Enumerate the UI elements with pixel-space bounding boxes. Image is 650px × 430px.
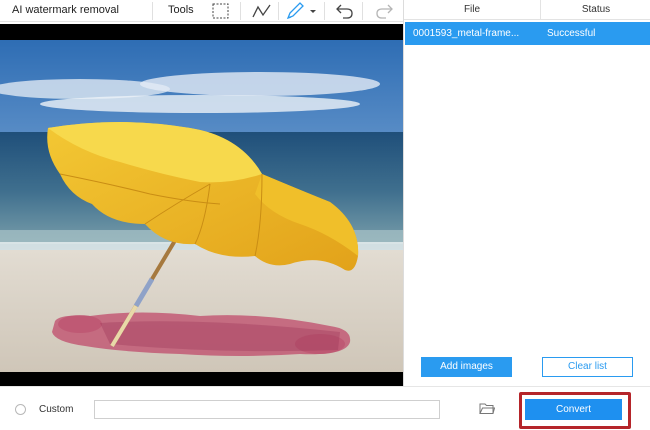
- output-bar: Custom Convert: [0, 386, 650, 430]
- custom-radio[interactable]: [15, 404, 26, 415]
- tools-label: Tools: [168, 4, 194, 16]
- clear-list-button[interactable]: Clear list: [542, 357, 633, 377]
- file-list-row[interactable]: 0001593_metal-frame... Successful: [405, 22, 650, 45]
- polyline-icon[interactable]: [251, 1, 273, 21]
- toolbar-divider: [240, 2, 241, 20]
- toolbar-divider: [324, 2, 325, 20]
- redo-icon: [374, 1, 394, 21]
- file-list-header: File Status: [404, 0, 650, 20]
- column-header-status[interactable]: Status: [541, 0, 650, 20]
- chevron-down-icon[interactable]: [309, 1, 317, 21]
- toolbar: AI watermark removal Tools: [0, 0, 403, 22]
- image-preview[interactable]: [0, 24, 403, 386]
- toolbar-divider: [152, 2, 153, 20]
- file-name: 0001593_metal-frame...: [413, 28, 520, 39]
- file-status: Successful: [547, 28, 596, 39]
- folder-icon[interactable]: [479, 402, 496, 418]
- output-path-input[interactable]: [94, 400, 440, 419]
- convert-button[interactable]: Convert: [525, 399, 622, 420]
- add-images-button[interactable]: Add images: [421, 357, 512, 377]
- rectangle-select-icon[interactable]: [211, 1, 231, 21]
- undo-icon[interactable]: [335, 1, 355, 21]
- toolbar-divider: [278, 2, 279, 20]
- custom-label: Custom: [39, 404, 74, 415]
- app-title: AI watermark removal: [12, 4, 119, 16]
- toolbar-divider: [362, 2, 363, 20]
- brush-icon[interactable]: [285, 1, 307, 21]
- column-header-file[interactable]: File: [404, 0, 541, 20]
- file-list-panel: File Status 0001593_metal-frame... Succe…: [403, 0, 650, 386]
